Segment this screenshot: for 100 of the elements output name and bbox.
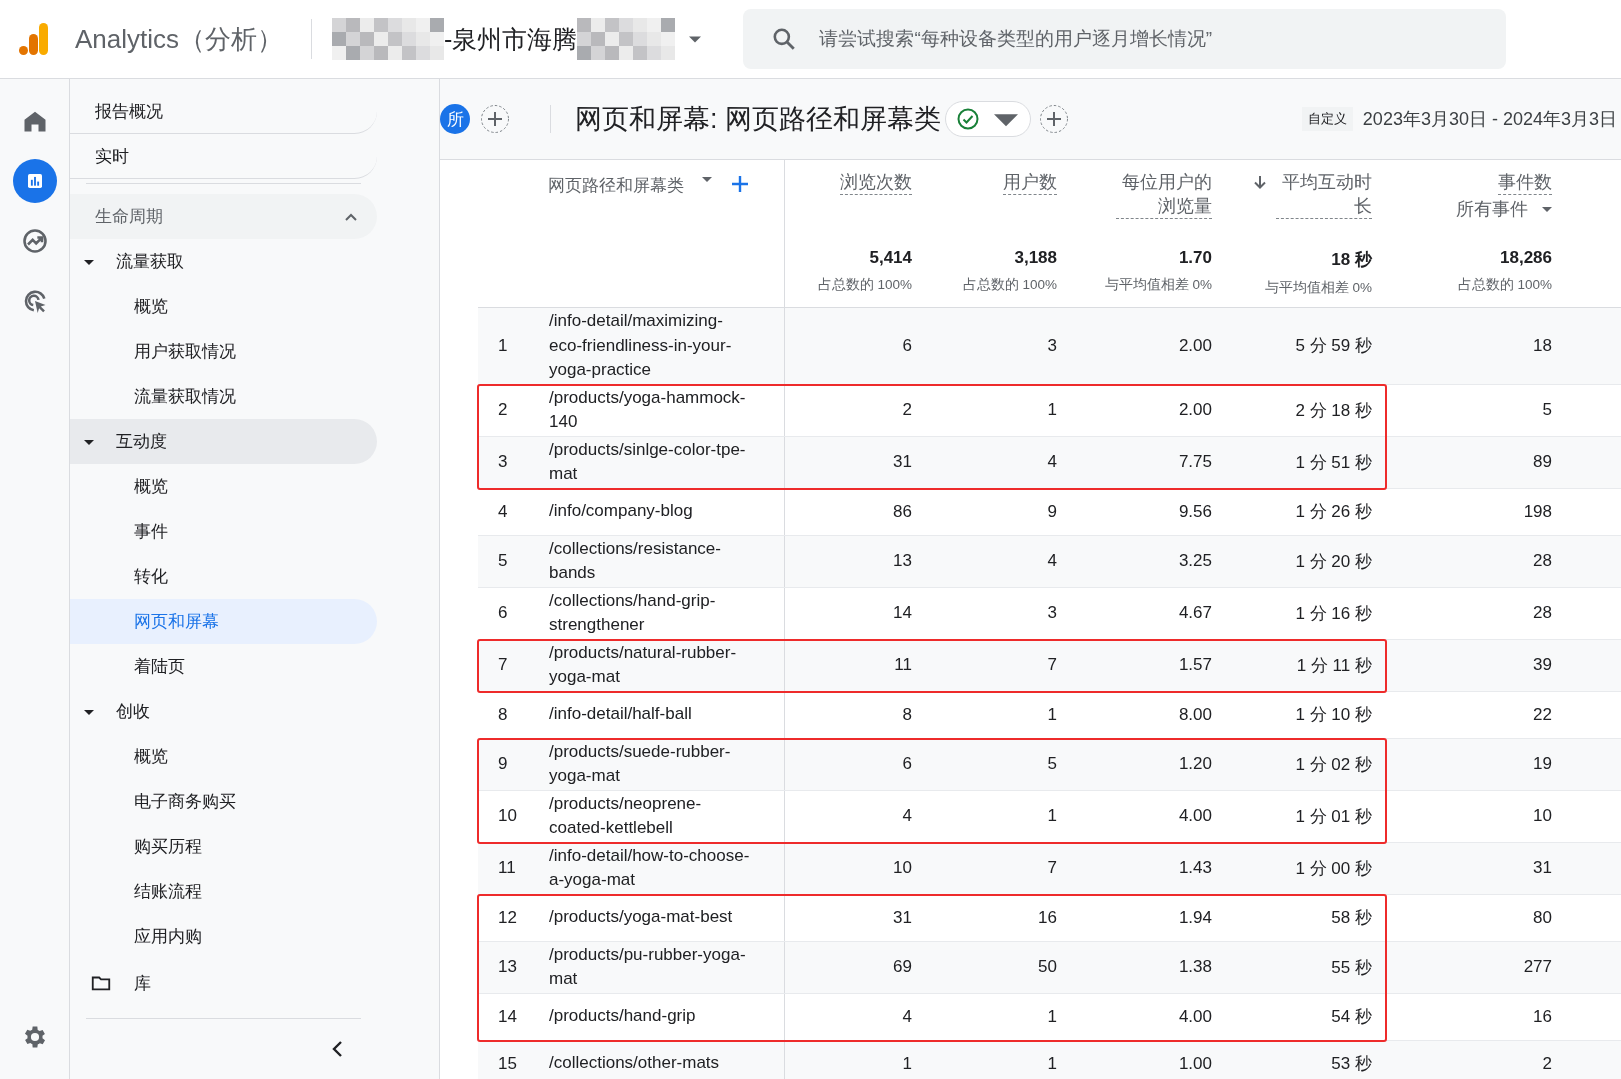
row-index: 7 [497,655,509,675]
nav-group[interactable]: 互动度 [70,419,377,464]
column-header[interactable]: 浏览次数 [840,170,912,195]
row-index: 4 [497,501,509,522]
table-cell-text: 18 [1532,335,1553,356]
page-path: /products/yoga-mat-best [549,906,733,929]
nav-item[interactable]: 报告概况 [70,89,377,134]
app-title: Analytics（分析） [75,22,284,56]
table-cell-text: 1.94 [1177,907,1213,928]
nav-item[interactable]: 结账流程 [70,869,377,914]
page-path: /products/suede-rubber-yoga-mat [549,740,732,787]
column-header[interactable]: 平均互动时长 [1276,170,1372,219]
nav-item[interactable]: 转化 [70,554,377,599]
column-header[interactable]: 用户数 [1003,170,1057,195]
table-cell-text: 1 分 01 秒 [1294,805,1373,828]
nav-group[interactable]: 流量获取 [70,239,377,284]
table-cell-text: 4 [901,806,913,826]
table-cell-text: 1.38 [1177,957,1213,977]
add-comparison-button[interactable] [1039,104,1069,134]
nav-item[interactable]: 实时 [70,134,377,179]
date-range[interactable]: 2023年3月30日 - 2024年3月3日 [1362,107,1617,131]
nav-item[interactable]: 概览 [70,464,377,509]
table-cell-text: 3.25 [1177,551,1213,571]
event-filter-dropdown[interactable]: 所有事件 [1456,197,1528,221]
dimension-selector[interactable]: 网页路径和屏幕类 [548,174,684,197]
table-cell-text: 4.00 [1177,806,1213,826]
page-path: /products/neoprene-coated-kettlebell [549,792,703,839]
row-index: 15 [497,1053,518,1074]
table-cell-text: 9 [1046,501,1058,522]
page-path: /collections/hand-grip-strengthener [549,589,717,636]
table-cell-text: 1 [1046,806,1058,826]
nav-item[interactable]: 电子商务购买 [70,779,377,824]
table-cell-text: 1 分 00 秒 [1294,857,1373,880]
add-comparison-button[interactable] [480,104,510,134]
row-index: 10 [497,806,518,826]
table-cell-text: 1 分 26 秒 [1294,501,1373,523]
table-cell-text: 1.43 [1177,858,1213,878]
table-cell-text: 28 [1532,551,1553,571]
search-field[interactable]: 请尝试搜索“每种设备类型的用户逐月增长情况” [743,9,1507,69]
total-note: 与平均值相差 0% [1264,279,1372,297]
nav-item[interactable]: 网页和屏幕 [70,599,377,644]
table-cell-text: 4.67 [1177,603,1213,623]
nav-item[interactable]: 库 [134,971,151,995]
date-preset-chip[interactable]: 自定义 [1301,107,1353,131]
comparison-badge[interactable]: 所 [440,104,470,134]
table-cell-text: 86 [892,501,913,522]
row-index: 11 [497,858,517,878]
nav-item[interactable]: 概览 [70,734,377,779]
table-cell-text: 1 分 02 秒 [1294,753,1373,776]
nav-item[interactable]: 应用内购 [70,914,377,959]
status-dropdown[interactable] [945,101,1031,137]
table-cell-text: 198 [1522,501,1553,522]
bar-chart-icon[interactable] [12,159,57,203]
nav-item[interactable]: 概览 [70,284,377,329]
nav-group[interactable]: 创收 [70,689,377,734]
page-path: /info/company-blog [549,500,693,523]
nav-item[interactable]: 购买历程 [70,824,377,869]
total-value: 18 秒 [1331,249,1372,271]
table-cell-text: 58 秒 [1330,907,1373,929]
total-value: 5,414 [869,248,912,268]
row-index: 3 [497,452,509,472]
total-note: 占总数的 100% [1457,276,1552,294]
table-cell-text: 9.56 [1177,501,1213,522]
column-header[interactable]: 每位用户的浏览量 [1116,170,1212,219]
column-header[interactable]: 事件数 [1498,170,1552,195]
table-cell-text: 1 [1046,1053,1058,1074]
table-cell-text: 1 分 20 秒 [1294,550,1373,573]
table-cell-text: 10 [1532,806,1553,826]
row-index: 5 [497,551,509,571]
nav-item[interactable]: 事件 [70,509,377,554]
nav-item[interactable]: 着陆页 [70,644,377,689]
page-path: /products/natural-rubber-yoga-mat [549,641,738,688]
add-dimension-icon[interactable] [730,174,750,194]
nav-item[interactable]: 用户获取情况 [70,329,377,374]
table-cell-text: 8.00 [1177,704,1213,725]
table-cell-text: 4 [1046,551,1058,571]
caret-icon[interactable] [1542,204,1552,214]
row-index: 9 [497,754,509,774]
report-title: 网页和屏幕: 网页路径和屏幕类 [575,103,941,136]
table-cell-text: 55 秒 [1330,956,1373,979]
table-cell-text: 5 分 59 秒 [1294,335,1373,358]
table-cell-text: 1.57 [1177,655,1213,675]
row-index: 14 [497,1006,518,1027]
page-path: /products/yoga-hammock-140 [549,386,747,433]
table-cell-text: 4.00 [1177,1006,1213,1027]
table-cell-text: 1 [1046,704,1058,725]
table-cell-text: 1 分 11 秒 [1295,654,1373,677]
page-path: /products/hand-grip [549,1005,696,1028]
nav-item[interactable]: 流量获取情况 [70,374,377,419]
table-cell-text: 1.20 [1177,754,1213,774]
caret-icon[interactable] [702,174,712,184]
total-value: 18,286 [1500,248,1552,268]
property-name[interactable]: -泉州市海腾 [444,22,578,56]
table-cell-text: 6 [901,754,913,774]
table-cell-text: 7 [1046,655,1058,675]
nav-section-header[interactable]: 生命周期 [70,194,377,239]
table-cell-text: 4 [1046,452,1058,472]
table-cell-text: 89 [1532,452,1553,472]
table-cell-text: 5 [1046,754,1058,774]
table-cell-text: 31 [892,907,913,928]
